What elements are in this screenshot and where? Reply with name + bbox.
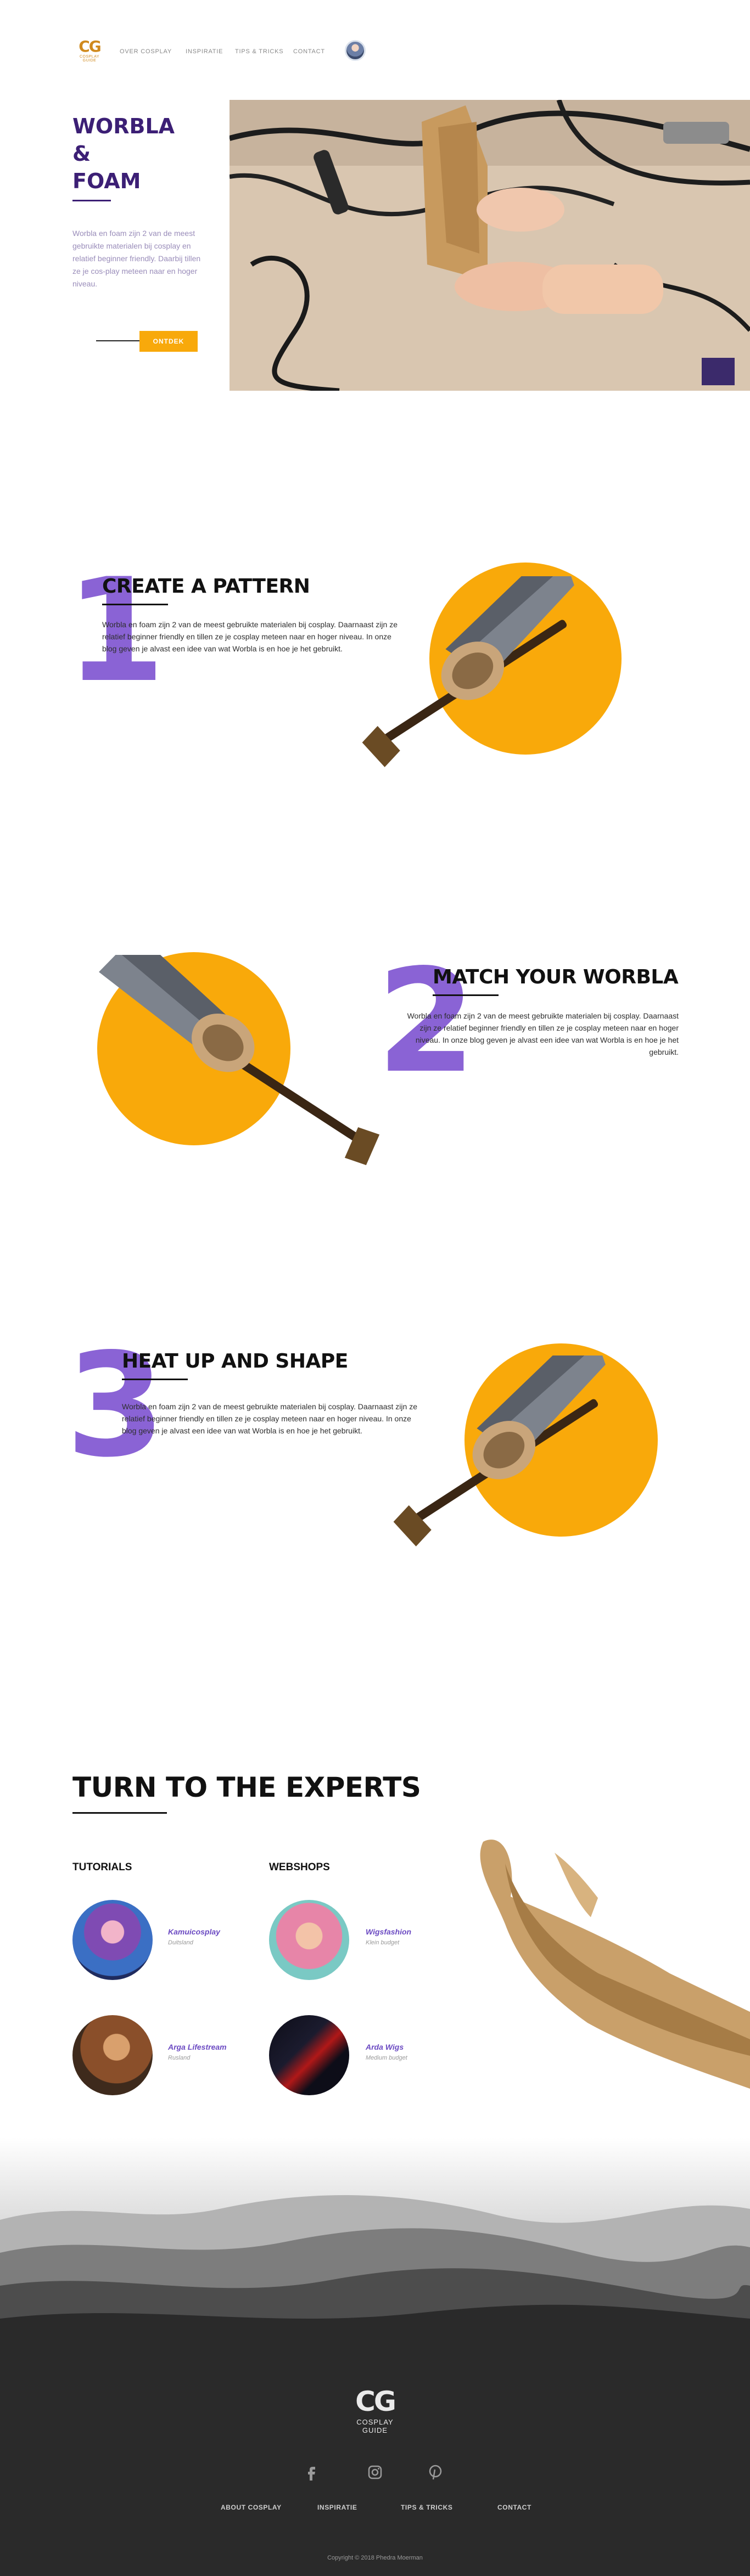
logo-mark: CG [79, 37, 102, 55]
step-3-axe-image [393, 1356, 606, 1546]
site-logo[interactable]: CG COSPLAY GUIDE [72, 38, 107, 63]
step-2-axe-image [99, 955, 380, 1166]
step-3-title: HEAT UP AND SHAPE [122, 1350, 348, 1373]
hero-title-line-1: WORBLA [72, 114, 175, 138]
kamuicosplay-link[interactable]: Kamuicosplay [168, 1927, 220, 1936]
instagram-icon[interactable] [367, 2464, 383, 2481]
footer-logo-subtitle: COSPLAY GUIDE [356, 2418, 394, 2434]
footer-nav-contact[interactable]: CONTACT [497, 2504, 531, 2511]
arga-lifestream-photo[interactable] [72, 2015, 153, 2095]
logo-subtitle: COSPLAY GUIDE [79, 55, 100, 63]
wigsfashion-photo[interactable] [269, 1900, 349, 1980]
step-2-underline [433, 994, 499, 996]
cta-decor-line [96, 340, 140, 341]
hero-photo [230, 100, 750, 391]
footer-logo[interactable]: CG COSPLAY GUIDE [348, 2387, 402, 2434]
wigsfashion-link[interactable]: Wigsfashion [366, 1927, 411, 1936]
step-1-underline [102, 604, 168, 605]
step-2-title: MATCH YOUR WORBLA [433, 966, 679, 988]
nav-inspiratie[interactable]: INSPIRATIE [186, 48, 223, 55]
footer-nav-inspiratie[interactable]: INSPIRATIE [317, 2504, 357, 2511]
pinterest-icon[interactable] [427, 2464, 444, 2481]
tutorials-heading: TUTORIALS [72, 1861, 132, 1873]
bracer-image [480, 1840, 750, 2089]
nav-tips-tricks[interactable]: TIPS & TRICKS [235, 48, 283, 55]
experts-underline [72, 1812, 167, 1814]
kamuicosplay-photo[interactable] [72, 1900, 153, 1980]
step-2-text: Worbla en foam zijn 2 van de meest gebru… [407, 1011, 679, 1056]
user-avatar[interactable] [345, 40, 366, 61]
footer-nav-about-cosplay[interactable]: ABOUT COSPLAY [221, 2504, 282, 2511]
experts-title: TURN TO THE EXPERTS [72, 1771, 421, 1803]
arda-wigs-link[interactable]: Arda Wigs [366, 2043, 404, 2051]
worbla-crafting-photo [230, 100, 750, 391]
footer-nav-tips-tricks[interactable]: TIPS & TRICKS [401, 2504, 452, 2511]
nav-over-cosplay[interactable]: OVER COSPLAY [120, 48, 172, 55]
facebook-icon[interactable] [304, 2464, 320, 2481]
ontdek-button[interactable]: ONTDEK [139, 331, 198, 352]
copyright-text: Copyright © 2018 Phedra Moerman [327, 2555, 423, 2561]
hero-description: Worbla en foam zijn 2 van de meest gebru… [72, 229, 201, 288]
hero-title-underline [72, 200, 111, 201]
step-1-title: CREATE A PATTERN [102, 575, 310, 598]
hero-title: WORBLA & FOAM [72, 113, 215, 195]
step-3-underline [122, 1379, 188, 1380]
wigsfashion-budget: Klein budget [366, 1939, 400, 1946]
arga-lifestream-link[interactable]: Arga Lifestream [168, 2043, 227, 2051]
arga-lifestream-location: Rusland [168, 2055, 191, 2061]
mountain-mist-image [0, 2138, 750, 2346]
step-1-axe-image [362, 576, 574, 767]
arda-wigs-budget: Medium budget [366, 2055, 407, 2061]
arda-wigs-photo[interactable] [269, 2015, 349, 2095]
kamuicosplay-location: Duitsland [168, 1939, 193, 1946]
nav-contact[interactable]: CONTACT [293, 48, 325, 55]
webshops-heading: WEBSHOPS [269, 1861, 330, 1873]
footer-logo-mark: CG [355, 2386, 396, 2417]
hero-title-line-2: & [72, 142, 91, 166]
hero-title-line-3: FOAM [72, 169, 141, 193]
